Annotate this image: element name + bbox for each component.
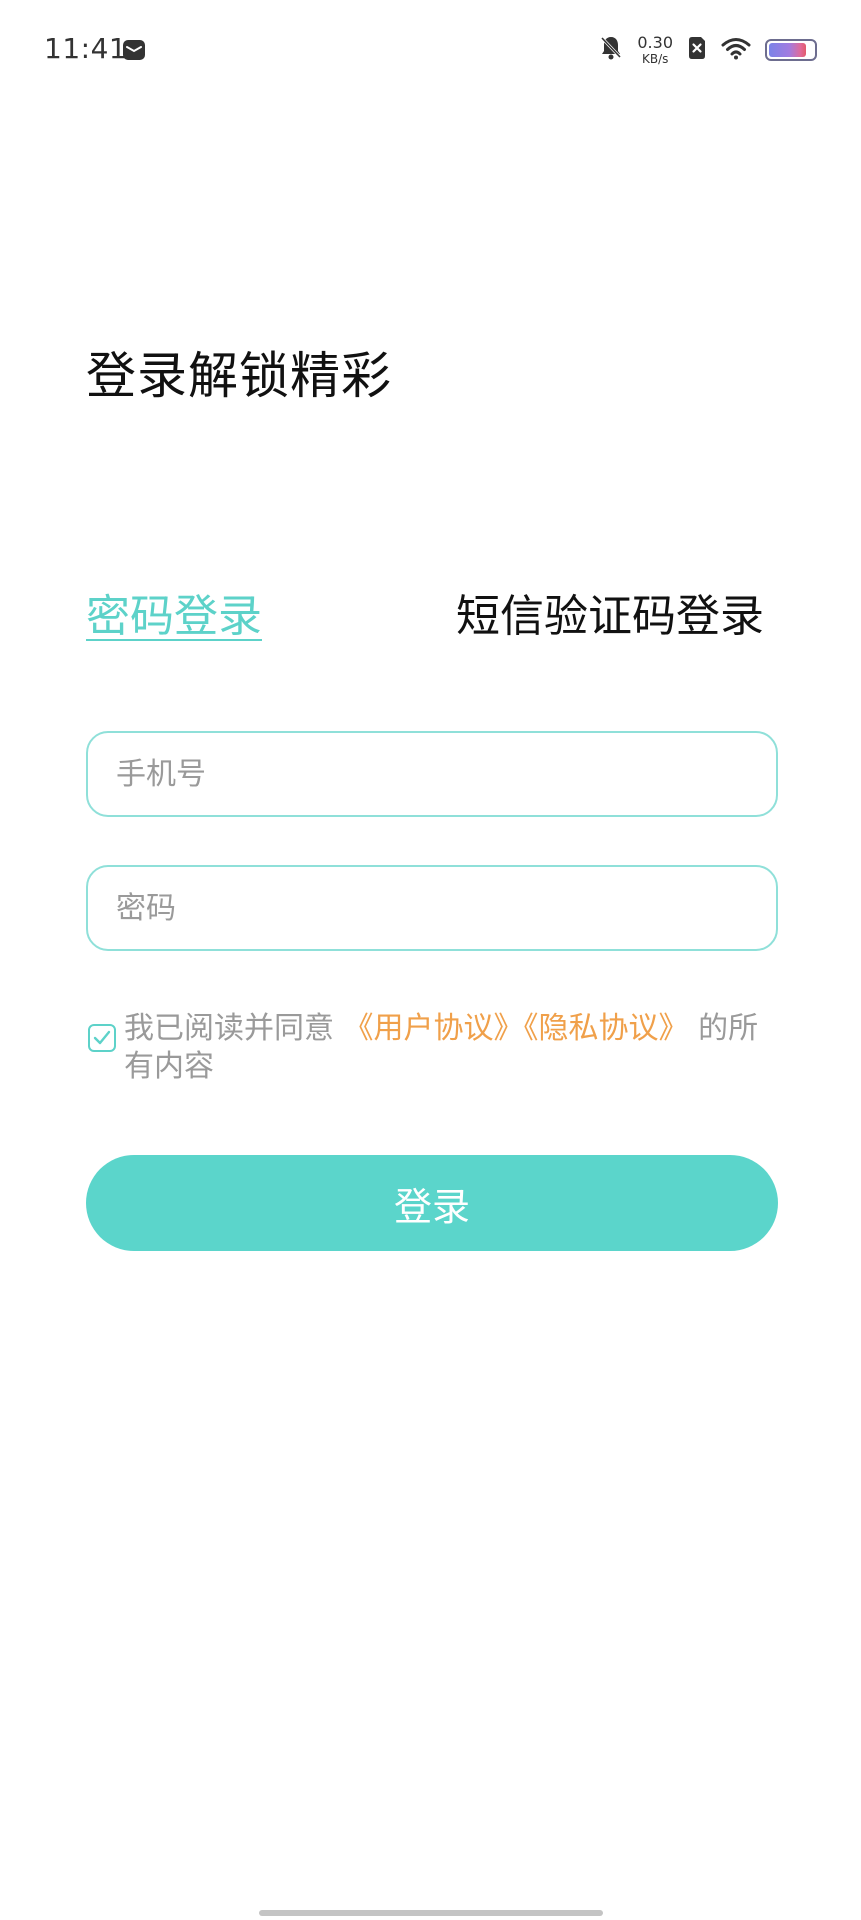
phone-field	[86, 731, 778, 817]
agreement-text: 我已阅读并同意 《用户协议》《隐私协议》 的所有内容	[124, 1010, 786, 1086]
agreement-checkbox[interactable]	[88, 1024, 116, 1052]
phone-input[interactable]	[88, 733, 776, 815]
net-speed-unit: KB/s	[641, 52, 669, 66]
wifi-icon	[721, 36, 751, 64]
password-field	[86, 865, 778, 951]
login-button[interactable]: 登录	[86, 1155, 778, 1251]
sim-off-icon	[687, 36, 707, 64]
status-bar: 11:41 0.30 KB/s	[0, 0, 861, 100]
net-speed-value: 0.30	[637, 33, 673, 52]
battery-level	[769, 43, 806, 57]
checkmark-icon	[93, 1030, 111, 1045]
home-indicator[interactable]	[259, 1910, 603, 1916]
tab-password-login[interactable]: 密码登录	[86, 580, 262, 644]
status-indicators: 0.30 KB/s	[599, 30, 817, 70]
net-speed: 0.30 KB/s	[637, 33, 673, 66]
battery-icon	[765, 39, 817, 61]
mail-icon	[122, 38, 146, 62]
status-time: 11:41	[44, 32, 128, 65]
user-agreement-link[interactable]: 《用户协议》	[344, 1011, 524, 1046]
agreement-prefix: 我已阅读并同意	[124, 1011, 334, 1046]
bell-muted-icon	[599, 35, 623, 65]
privacy-policy-link[interactable]: 《隐私协议》	[524, 1011, 689, 1046]
password-input[interactable]	[88, 867, 776, 949]
tab-sms-login[interactable]: 短信验证码登录	[456, 580, 764, 644]
page-title: 登录解锁精彩	[86, 347, 392, 405]
